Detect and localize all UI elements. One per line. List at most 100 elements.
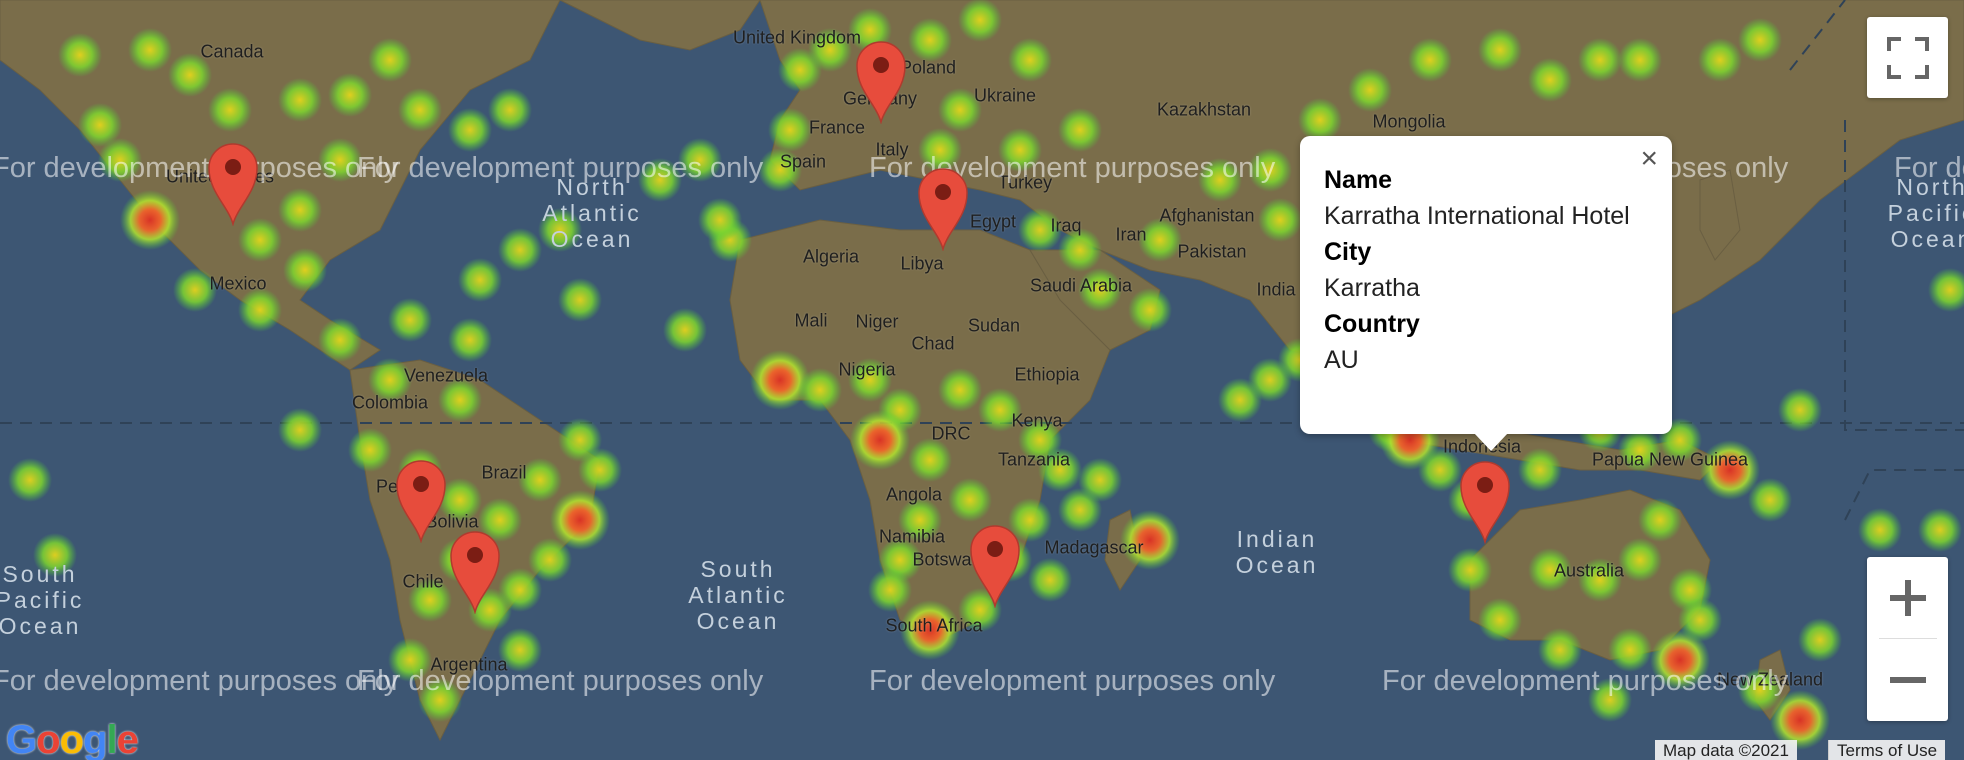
heatmap-point bbox=[1918, 508, 1962, 552]
marker-libya[interactable] bbox=[916, 165, 970, 252]
heatmap-point bbox=[1778, 388, 1822, 432]
country-label: Iraq bbox=[1050, 215, 1082, 236]
heatmap-point bbox=[1408, 38, 1452, 82]
heatmap-point bbox=[278, 188, 322, 232]
country-label: India bbox=[1256, 279, 1296, 300]
heatmap-point bbox=[1638, 498, 1682, 542]
marker-peru[interactable] bbox=[394, 457, 448, 544]
heatmap-point bbox=[368, 38, 412, 82]
heatmap-point bbox=[698, 198, 742, 242]
map-pin-icon bbox=[450, 531, 500, 615]
country-label: Mali bbox=[794, 310, 828, 331]
marker-chile[interactable] bbox=[448, 528, 502, 615]
marker-karratha[interactable] bbox=[1458, 458, 1512, 545]
heatmap-point bbox=[278, 78, 322, 122]
zoom-control bbox=[1867, 557, 1948, 721]
heatmap-point bbox=[1078, 458, 1122, 502]
heatmap-point bbox=[318, 318, 362, 362]
country-label: Mongolia bbox=[1372, 111, 1446, 132]
heatmap-point bbox=[238, 288, 282, 332]
heatmap-point bbox=[1028, 558, 1072, 602]
country-label: Canada bbox=[200, 41, 264, 62]
heatmap-point bbox=[1478, 28, 1522, 72]
country-value: AU bbox=[1324, 346, 1359, 374]
info-window[interactable]: × Name Karratha International Hotel City… bbox=[1300, 136, 1672, 451]
map-canvas[interactable]: CanadaUnited StatesMexicoVenezuelaColomb… bbox=[0, 0, 1964, 760]
country-label: Chile bbox=[402, 571, 444, 592]
country-label: DRC bbox=[931, 423, 971, 444]
heatmap-point bbox=[1798, 618, 1842, 662]
heatmap-point bbox=[908, 438, 952, 482]
heatmap-point bbox=[448, 318, 492, 362]
map-pin-icon bbox=[918, 168, 968, 252]
country-label: Iran bbox=[1115, 224, 1147, 245]
fullscreen-button[interactable] bbox=[1867, 17, 1948, 98]
country-label: Country bbox=[1324, 310, 1420, 338]
hotel-name-value: Karratha International Hotel bbox=[1324, 202, 1630, 230]
country-label: United Kingdom bbox=[732, 27, 862, 48]
heatmap-point bbox=[1618, 38, 1662, 82]
heatmap-point bbox=[8, 458, 52, 502]
map-pin-icon bbox=[856, 41, 906, 125]
map-pin-icon bbox=[1460, 461, 1510, 545]
heatmap-point bbox=[278, 408, 322, 452]
heatmap-point bbox=[1618, 538, 1662, 582]
fullscreen-icon bbox=[1886, 36, 1929, 79]
watermark-text: For development purposes only bbox=[0, 152, 399, 184]
watermark-text: For development purposes only bbox=[1894, 152, 1964, 184]
country-label: Madagascar bbox=[1044, 537, 1144, 558]
heatmap-point bbox=[1748, 478, 1792, 522]
country-label: Mexico bbox=[209, 273, 267, 294]
ocean-label: North Atlantic Ocean bbox=[542, 174, 642, 252]
city-label: City bbox=[1324, 238, 1372, 266]
country-label: Chad bbox=[911, 333, 955, 354]
heatmap-point bbox=[1008, 38, 1052, 82]
zoom-out-button[interactable] bbox=[1867, 639, 1948, 720]
country-label: Poland bbox=[899, 57, 957, 78]
country-label: Libya bbox=[900, 253, 944, 274]
heatmap-point bbox=[938, 368, 982, 412]
heatmap-point bbox=[208, 88, 252, 132]
ocean-label: South Pacific Ocean bbox=[0, 561, 85, 639]
close-icon[interactable]: × bbox=[1640, 144, 1658, 174]
google-logo[interactable]: Google bbox=[6, 718, 139, 760]
heatmap-point bbox=[448, 108, 492, 152]
ocean-label: North Pacific Ocean bbox=[1887, 174, 1964, 252]
heatmap-point bbox=[1738, 18, 1782, 62]
country-label: South Africa bbox=[885, 615, 983, 636]
heatmap-point bbox=[558, 278, 602, 322]
heatmap-point bbox=[488, 88, 532, 132]
heatmap-point bbox=[1348, 68, 1392, 112]
heatmap-point bbox=[128, 28, 172, 72]
watermark-text: For development purposes only bbox=[357, 152, 764, 184]
name-label: Name bbox=[1324, 166, 1393, 194]
map-data-attribution[interactable]: Map data ©2021 bbox=[1655, 740, 1797, 760]
marker-germany[interactable] bbox=[854, 38, 908, 125]
heatmap-point bbox=[458, 258, 502, 302]
heatmap-point bbox=[1058, 108, 1102, 152]
heatmap-point bbox=[850, 410, 910, 470]
marker-us[interactable] bbox=[206, 140, 260, 227]
country-label: Saudi Arabia bbox=[1029, 275, 1133, 296]
country-label: Namibia bbox=[878, 526, 946, 547]
watermark-text: For development purposes only bbox=[0, 665, 399, 697]
heatmap-point bbox=[1578, 38, 1622, 82]
terms-of-use-link[interactable]: Terms of Use bbox=[1828, 740, 1946, 760]
plus-icon bbox=[1889, 579, 1926, 616]
heatmap-point bbox=[908, 18, 952, 62]
map-pin-icon bbox=[396, 460, 446, 544]
heatmap-point bbox=[1258, 198, 1302, 242]
watermark-text: For development purposes only bbox=[357, 665, 764, 697]
country-label: Kazakhstan bbox=[1156, 99, 1252, 120]
country-label: Australia bbox=[1553, 560, 1625, 581]
heatmap-point bbox=[58, 33, 102, 77]
country-label: Venezuela bbox=[403, 365, 489, 386]
heatmap-point bbox=[578, 448, 622, 492]
zoom-in-button[interactable] bbox=[1867, 557, 1948, 638]
country-label: Algeria bbox=[802, 246, 860, 267]
marker-south-africa[interactable] bbox=[968, 522, 1022, 609]
ocean-label: South Atlantic Ocean bbox=[688, 556, 788, 634]
heatmap-point bbox=[663, 308, 707, 352]
country-label: Egypt bbox=[969, 211, 1017, 232]
heatmap-point bbox=[958, 0, 1002, 42]
